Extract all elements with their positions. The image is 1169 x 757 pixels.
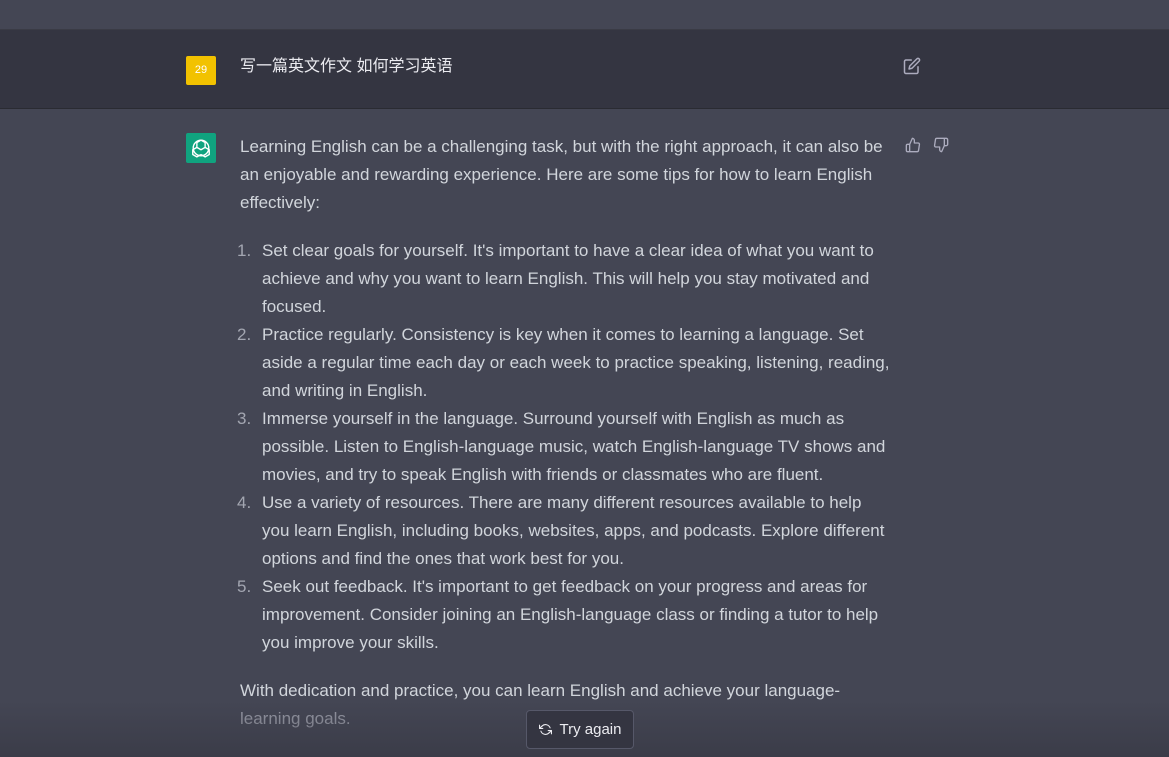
tips-list: 1. Set clear goals for yourself. It's im… xyxy=(237,237,892,657)
list-item: 5. Seek out feedback. It's important to … xyxy=(237,573,892,657)
list-item-text: Immerse yourself in the language. Surrou… xyxy=(262,409,886,484)
list-item: 4. Use a variety of resources. There are… xyxy=(237,489,892,573)
answer-conclusion-line1: With dedication and practice, you can le… xyxy=(240,681,841,700)
edit-icon[interactable] xyxy=(903,57,921,75)
list-item-number: 4. xyxy=(237,493,252,512)
list-item-number: 2. xyxy=(237,325,252,344)
list-item: 3. Immerse yourself in the language. Sur… xyxy=(237,405,892,489)
user-message-row: 29 写一篇英文作文 如何学习英语 xyxy=(0,30,1169,109)
list-item-text: Practice regularly. Consistency is key w… xyxy=(262,325,890,400)
list-item: 2. Practice regularly. Consistency is ke… xyxy=(237,321,892,405)
feedback-buttons xyxy=(905,137,949,155)
list-item-number: 3. xyxy=(237,409,252,428)
user-message-text: 写一篇英文作文 如何学习英语 xyxy=(240,58,453,75)
thumbs-down-icon[interactable] xyxy=(933,137,949,153)
list-item-text: Set clear goals for yourself. It's impor… xyxy=(262,241,874,316)
assistant-message-row: Learning English can be a challenging ta… xyxy=(0,109,1169,757)
answer-conclusion-line2: learning goals. xyxy=(240,709,351,728)
list-item-text: Use a variety of resources. There are ma… xyxy=(262,493,885,568)
list-item-number: 5. xyxy=(237,577,252,596)
openai-logo-icon xyxy=(186,133,216,163)
try-again-button[interactable]: Try again xyxy=(526,710,634,749)
previous-message-strip xyxy=(0,0,1169,30)
assistant-message-text: Learning English can be a challenging ta… xyxy=(237,133,892,733)
refresh-icon xyxy=(538,724,552,735)
try-again-label: Try again xyxy=(559,721,622,738)
list-item-number: 1. xyxy=(237,241,252,260)
list-item-text: Seek out feedback. It's important to get… xyxy=(262,577,879,652)
list-item: 1. Set clear goals for yourself. It's im… xyxy=(237,237,892,321)
thumbs-up-icon[interactable] xyxy=(905,137,921,153)
answer-intro: Learning English can be a challenging ta… xyxy=(240,137,883,212)
user-avatar: 29 xyxy=(186,56,216,85)
